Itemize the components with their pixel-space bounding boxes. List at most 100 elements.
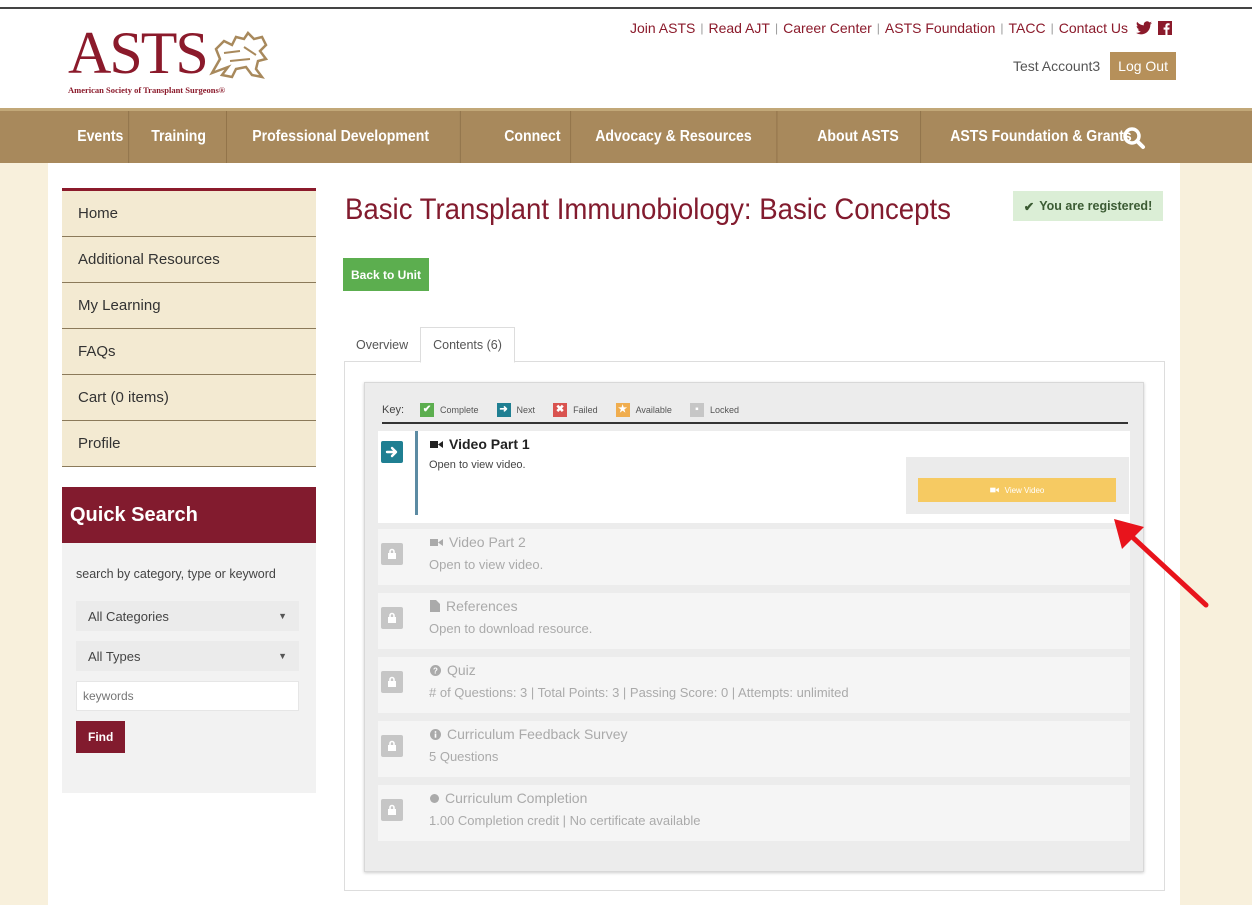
nav-item-foundation-grants[interactable]: ASTS Foundation & Grants bbox=[937, 111, 1139, 163]
item-desc: Open to view video. bbox=[429, 459, 526, 471]
arrow-right-icon bbox=[381, 441, 403, 463]
x-icon: ✖ bbox=[553, 402, 568, 417]
item-title: Curriculum Completion bbox=[430, 790, 587, 806]
item-title: Curriculum Feedback Survey bbox=[430, 726, 628, 742]
asts-logo[interactable]: ASTS American Society of Transplant Surg… bbox=[68, 23, 278, 103]
top-link-career[interactable]: Career Center bbox=[783, 20, 872, 36]
logo-subtitle: American Society of Transplant Surgeons® bbox=[68, 85, 226, 95]
nav-item-about[interactable]: About ASTS bbox=[804, 111, 922, 163]
file-icon bbox=[430, 600, 440, 612]
nav-item-connect[interactable]: Connect bbox=[491, 111, 572, 163]
key-next: Next bbox=[516, 404, 536, 415]
page-bg-left bbox=[0, 163, 48, 905]
caret-down-icon: ▼ bbox=[278, 611, 287, 621]
key-failed: Failed bbox=[573, 404, 598, 415]
item-title: References bbox=[430, 598, 518, 614]
registered-badge: ✔ You are registered! bbox=[1013, 191, 1163, 221]
type-select[interactable]: All Types ▼ bbox=[76, 641, 299, 671]
sidebar-item-additional-resources[interactable]: Additional Resources bbox=[62, 237, 316, 283]
type-value: All Types bbox=[88, 648, 141, 664]
item-title-text: Curriculum Completion bbox=[445, 790, 588, 806]
top-link-ajt[interactable]: Read AJT bbox=[708, 20, 769, 36]
back-to-unit-button[interactable]: Back to Unit bbox=[343, 258, 430, 291]
video-icon bbox=[430, 440, 443, 448]
content-item-references[interactable]: References Open to download resource. bbox=[378, 593, 1130, 649]
item-title: Video Part 2 bbox=[430, 534, 526, 550]
sidebar-item-profile[interactable]: Profile bbox=[62, 421, 316, 467]
search-icon[interactable] bbox=[1121, 125, 1147, 151]
check-icon: ✔ bbox=[420, 402, 435, 417]
find-button[interactable]: Find bbox=[76, 721, 126, 753]
content-item-quiz[interactable]: ? Quiz # of Questions: 3 | Total Points:… bbox=[378, 657, 1130, 713]
item-active-bar bbox=[415, 431, 418, 515]
category-value: All Categories bbox=[88, 608, 169, 624]
key-available: Available bbox=[635, 404, 672, 415]
tab-contents[interactable]: Contents (6) bbox=[420, 327, 515, 363]
logout-button[interactable]: Log Out bbox=[1110, 52, 1176, 80]
check-icon: ✔ bbox=[1023, 199, 1035, 214]
item-title-text: Video Part 2 bbox=[449, 534, 526, 550]
video-icon bbox=[989, 487, 999, 493]
item-title-text: Quiz bbox=[447, 662, 476, 678]
keywords-input[interactable] bbox=[76, 681, 299, 711]
video-icon bbox=[430, 538, 443, 546]
info-icon bbox=[430, 728, 441, 740]
question-icon: ? bbox=[430, 664, 441, 676]
status-key: Key: ✔ Complete ➜ Next ✖ Failed ★ Availa… bbox=[382, 397, 1128, 424]
item-title: ? Quiz bbox=[430, 662, 476, 678]
sidebar-item-faqs[interactable]: FAQs bbox=[62, 329, 316, 375]
item-title-text: References bbox=[446, 598, 518, 614]
content-item-feedback-survey[interactable]: Curriculum Feedback Survey 5 Questions bbox=[378, 721, 1130, 777]
separator: | bbox=[1000, 21, 1004, 35]
username: Test Account3 bbox=[1013, 58, 1101, 74]
user-box: Test Account3 Log Out bbox=[1013, 52, 1176, 80]
content-item-curriculum-completion[interactable]: Curriculum Completion 1.00 Completion cr… bbox=[378, 785, 1130, 841]
content-item-video-part-1[interactable]: Video Part 1 Open to view video. View Vi… bbox=[378, 431, 1130, 523]
sidebar: Home Additional Resources My Learning FA… bbox=[62, 188, 316, 793]
site-header: ASTS American Society of Transplant Surg… bbox=[0, 9, 1252, 108]
content-item-video-part-2[interactable]: Video Part 2 Open to view video. bbox=[378, 529, 1130, 585]
item-desc: 1.00 Completion credit | No certificate … bbox=[429, 813, 701, 828]
view-video-label: View Video bbox=[1004, 485, 1045, 495]
item-title: Video Part 1 bbox=[430, 436, 530, 452]
svg-text:?: ? bbox=[433, 666, 438, 675]
tab-overview[interactable]: Overview bbox=[344, 327, 420, 362]
separator: | bbox=[1050, 21, 1054, 35]
separator: | bbox=[700, 21, 704, 35]
main-nav: Events Training Professional Development… bbox=[0, 108, 1252, 163]
item-title-text: Curriculum Feedback Survey bbox=[447, 726, 628, 742]
arrow-right-icon: ➜ bbox=[496, 402, 511, 417]
category-select[interactable]: All Categories ▼ bbox=[76, 601, 299, 631]
tab-bar: Overview Contents (6) bbox=[344, 327, 515, 363]
nav-item-professional-development[interactable]: Professional Development bbox=[239, 111, 461, 163]
lock-icon bbox=[381, 671, 403, 693]
page-title: Basic Transplant Immunobiology: Basic Co… bbox=[345, 193, 951, 226]
sidebar-item-cart[interactable]: Cart (0 items) bbox=[62, 375, 316, 421]
sidebar-item-my-learning[interactable]: My Learning bbox=[62, 283, 316, 329]
item-title-text: Video Part 1 bbox=[449, 436, 530, 452]
top-link-contact[interactable]: Contact Us bbox=[1059, 20, 1128, 36]
top-links: Join ASTS | Read AJT | Career Center | A… bbox=[630, 20, 1172, 36]
nav-item-training[interactable]: Training bbox=[138, 111, 227, 163]
view-video-button[interactable]: View Video bbox=[918, 478, 1116, 502]
quick-search-title: Quick Search bbox=[62, 487, 316, 543]
sidebar-menu: Home Additional Resources My Learning FA… bbox=[62, 188, 316, 467]
sidebar-item-home[interactable]: Home bbox=[62, 191, 316, 237]
separator: | bbox=[774, 21, 779, 35]
facebook-icon[interactable] bbox=[1158, 21, 1172, 35]
nav-items: Events Training Professional Development… bbox=[64, 111, 1167, 163]
nav-item-events[interactable]: Events bbox=[64, 111, 130, 163]
quick-search-hint: search by category, type or keyword bbox=[76, 567, 276, 581]
circle-icon bbox=[430, 793, 439, 803]
item-desc: # of Questions: 3 | Total Points: 3 | Pa… bbox=[429, 685, 849, 700]
logo-wordmark: ASTS bbox=[68, 20, 209, 86]
nav-item-advocacy[interactable]: Advocacy & Resources bbox=[582, 111, 778, 163]
lock-icon bbox=[381, 543, 403, 565]
social-links bbox=[1136, 21, 1172, 35]
top-link-tacc[interactable]: TACC bbox=[1009, 20, 1046, 36]
twitter-icon[interactable] bbox=[1136, 21, 1152, 35]
lion-icon bbox=[209, 31, 269, 79]
top-link-foundation[interactable]: ASTS Foundation bbox=[885, 20, 996, 36]
top-link-join[interactable]: Join ASTS bbox=[630, 20, 695, 36]
quick-search: Quick Search search by category, type or… bbox=[62, 487, 316, 793]
